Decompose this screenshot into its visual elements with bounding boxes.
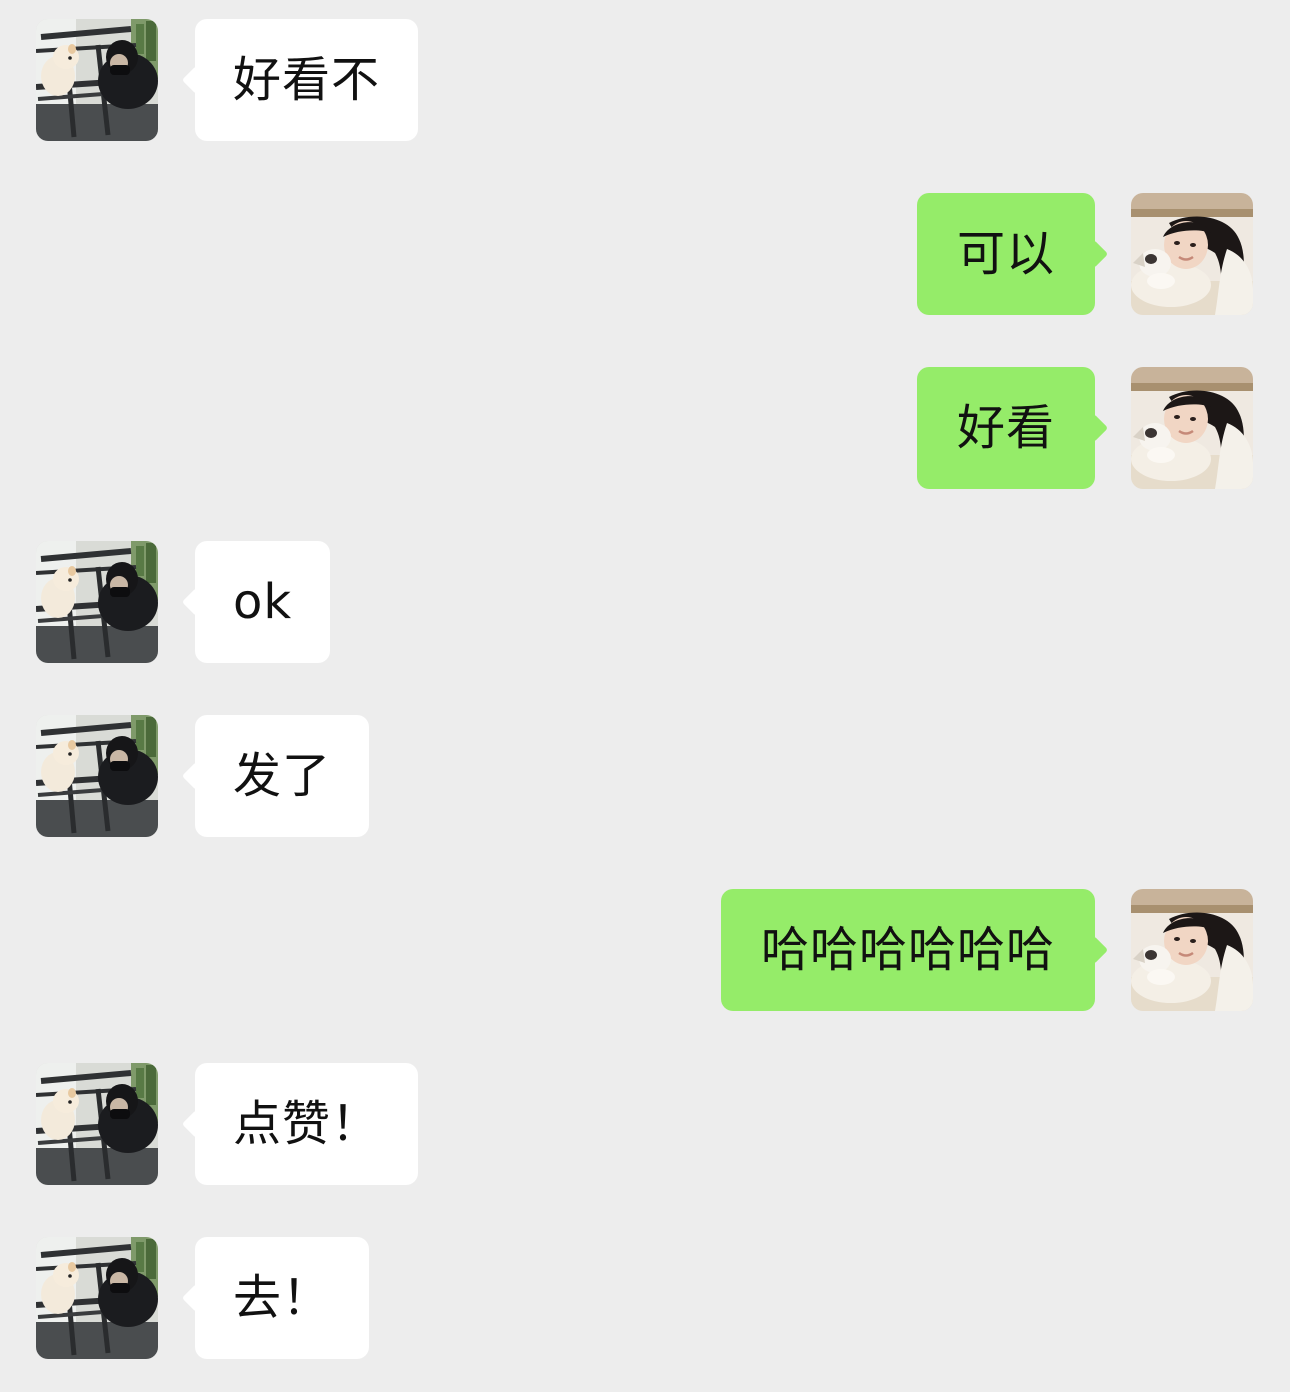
incoming-message-bubble[interactable]: 去！ bbox=[195, 1237, 370, 1359]
incoming-message-bubble[interactable]: 点赞！ bbox=[195, 1063, 419, 1185]
chat-message-list[interactable]: 好看不 可以 好看 ok 发了 哈哈哈哈哈哈 点赞！ 去！ bbox=[0, 0, 1290, 1392]
dog-photo-icon bbox=[36, 1237, 158, 1359]
girl-photo-icon bbox=[1131, 889, 1253, 1011]
outgoing-message-bubble[interactable]: 可以 bbox=[916, 193, 1095, 315]
message-row-outgoing: 哈哈哈哈哈哈 bbox=[0, 889, 1290, 1013]
incoming-message-bubble[interactable]: 发了 bbox=[195, 715, 370, 837]
contact-avatar[interactable] bbox=[36, 1237, 158, 1359]
girl-photo-icon bbox=[1131, 193, 1253, 315]
contact-avatar[interactable] bbox=[36, 19, 158, 141]
dog-photo-icon bbox=[36, 19, 158, 141]
message-row-incoming: 点赞！ bbox=[0, 1063, 1290, 1187]
outgoing-message-bubble[interactable]: 哈哈哈哈哈哈 bbox=[720, 889, 1095, 1011]
incoming-message-bubble[interactable]: 好看不 bbox=[195, 19, 419, 141]
my-avatar[interactable] bbox=[1131, 889, 1253, 1011]
message-row-outgoing: 可以 bbox=[0, 193, 1290, 317]
incoming-message-bubble[interactable]: ok bbox=[195, 541, 331, 663]
outgoing-message-bubble[interactable]: 好看 bbox=[916, 367, 1095, 489]
message-row-incoming: 发了 bbox=[0, 715, 1290, 839]
message-row-incoming: 去！ bbox=[0, 1237, 1290, 1361]
dog-photo-icon bbox=[36, 1063, 158, 1185]
contact-avatar[interactable] bbox=[36, 541, 158, 663]
message-row-outgoing: 好看 bbox=[0, 367, 1290, 491]
my-avatar[interactable] bbox=[1131, 367, 1253, 489]
message-row-incoming: 好看不 bbox=[0, 19, 1290, 143]
contact-avatar[interactable] bbox=[36, 715, 158, 837]
message-row-incoming: ok bbox=[0, 541, 1290, 665]
dog-photo-icon bbox=[36, 715, 158, 837]
girl-photo-icon bbox=[1131, 367, 1253, 489]
dog-photo-icon bbox=[36, 541, 158, 663]
my-avatar[interactable] bbox=[1131, 193, 1253, 315]
contact-avatar[interactable] bbox=[36, 1063, 158, 1185]
